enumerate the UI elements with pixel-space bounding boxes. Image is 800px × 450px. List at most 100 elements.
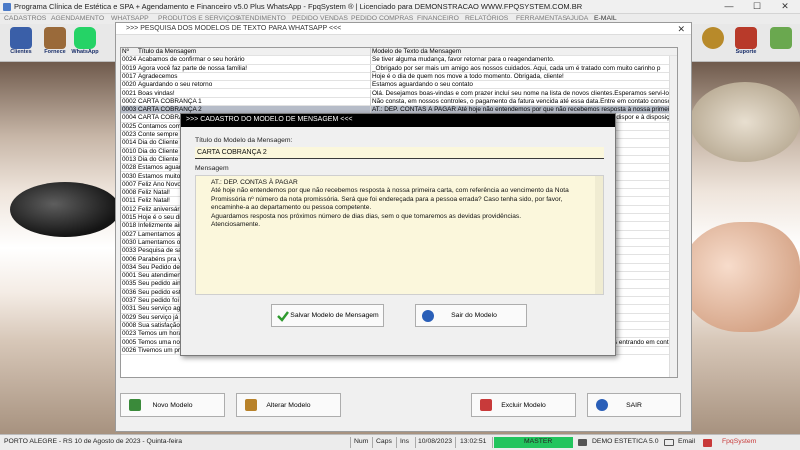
menu-ferramentas[interactable]: FERRAMENTAS bbox=[516, 15, 567, 22]
brand-label: FpqSystem bbox=[722, 438, 757, 445]
row-number: 0003 bbox=[122, 106, 137, 114]
menu-financeiro[interactable]: FINANCEIRO bbox=[417, 15, 459, 22]
message-scrollbar[interactable] bbox=[595, 176, 603, 294]
edit-template-button[interactable]: Alterar Modelo bbox=[236, 393, 341, 417]
whatsapp-icon bbox=[74, 27, 96, 49]
row-number: 0010 bbox=[122, 147, 137, 155]
row-number: 0004 bbox=[122, 114, 137, 122]
suppliers-button[interactable]: Fornece bbox=[38, 26, 72, 60]
row-number: 0037 bbox=[122, 297, 137, 304]
exit-search-button[interactable]: SAIR bbox=[587, 393, 681, 417]
email-icon bbox=[664, 439, 674, 446]
edit-pencil-icon bbox=[245, 399, 257, 411]
table-row[interactable]: 0017 Agradecemos Hoje é o dia de quem nos … bbox=[121, 72, 677, 82]
checkmark-icon bbox=[277, 311, 289, 322]
coins-icon bbox=[702, 27, 724, 49]
message-field-label: Mensagem bbox=[195, 165, 229, 172]
row-number: 0027 bbox=[122, 230, 137, 238]
support-button[interactable]: Suporte bbox=[729, 26, 763, 60]
row-text: Não consta, em nossos controles, o pagam… bbox=[372, 97, 675, 105]
close-window-button[interactable]: ✕ bbox=[771, 0, 799, 14]
row-number: 0011 bbox=[122, 197, 136, 205]
background-stones bbox=[10, 182, 120, 237]
company-name: DEMO ESTETICA 5.0 bbox=[592, 438, 659, 445]
delete-template-button[interactable]: Excluir Modelo bbox=[471, 393, 576, 417]
suppliers-icon bbox=[44, 27, 66, 49]
row-number: 0030 bbox=[122, 172, 137, 180]
minimize-button[interactable]: — bbox=[715, 0, 743, 14]
email-link[interactable]: Email bbox=[678, 438, 695, 445]
new-template-button[interactable]: Novo Modelo bbox=[120, 393, 225, 417]
menu-email[interactable]: E-MAIL bbox=[594, 15, 617, 22]
row-title: Acabamos de confirmar o seu horário bbox=[138, 56, 245, 64]
window-header: >>> PESQUISA DOS MODELOS DE TEXTO PARA W… bbox=[126, 25, 342, 32]
background-person bbox=[680, 222, 800, 332]
exit-app-button[interactable] bbox=[764, 26, 798, 60]
row-number: 0029 bbox=[122, 313, 137, 321]
row-number: 0023 bbox=[122, 131, 137, 138]
row-number: 0008 bbox=[122, 189, 137, 197]
row-number: 0015 bbox=[122, 214, 137, 221]
row-text: Estamos aguardando o seu contato bbox=[372, 81, 473, 89]
row-number: 0025 bbox=[122, 122, 137, 130]
whatsapp-button[interactable]: WhatsApp bbox=[68, 26, 102, 60]
table-row[interactable]: 0019 Agora você faz parte de nossa famíli… bbox=[121, 64, 677, 73]
financial-button[interactable] bbox=[696, 26, 730, 60]
menu-pedido-vendas[interactable]: PEDIDO VENDAS bbox=[292, 15, 348, 22]
template-edit-dialog: >>> CADASTRO DO MODELO DE MENSAGEM <<< T… bbox=[180, 113, 616, 356]
row-text: Se tiver alguma mudança, favor retornar … bbox=[372, 56, 555, 64]
window-title: Programa Clínica de Estética e SPA + Age… bbox=[14, 2, 583, 11]
table-row[interactable]: 0002 CARTA COBRANÇA 1 Não consta, em nosso… bbox=[121, 97, 677, 107]
table-row[interactable]: 0020 Aguardando o seu retorno Estamos agua… bbox=[121, 81, 677, 90]
date-display: 10/08/2023 bbox=[418, 438, 453, 445]
row-number: 0024 bbox=[122, 56, 137, 64]
menu-produtos-servicos[interactable]: PRODUTOS E SERVIÇOS bbox=[158, 15, 240, 22]
template-title-input[interactable] bbox=[195, 147, 604, 159]
row-text: _Obrigado por ser mais um amigo aos noss… bbox=[372, 64, 661, 72]
row-title: Aguardando o seu retorno bbox=[138, 81, 213, 89]
table-row[interactable]: 0021 Boas vindas! Olá. Desejamos boas-vind… bbox=[121, 89, 677, 98]
table-row[interactable]: 0024 Acabamos de confirmar o seu horário S… bbox=[121, 56, 677, 65]
row-number: 0017 bbox=[122, 72, 137, 80]
menu-ajuda[interactable]: AJUDA bbox=[566, 15, 588, 22]
row-number: 0006 bbox=[122, 255, 137, 263]
table-scrollbar[interactable] bbox=[669, 56, 677, 377]
row-number: 0021 bbox=[122, 89, 137, 97]
support-icon bbox=[735, 27, 757, 49]
num-lock-indicator: Num bbox=[354, 438, 369, 445]
computer-icon bbox=[578, 439, 587, 446]
close-search-window-button[interactable]: ✕ bbox=[677, 24, 685, 35]
row-number: 0033 bbox=[122, 247, 137, 255]
menu-atendimento[interactable]: ATENDIMENTO bbox=[237, 15, 286, 22]
row-number: 0030 bbox=[122, 238, 137, 246]
clients-button[interactable]: Clientes bbox=[4, 26, 38, 60]
exit-door-icon bbox=[770, 27, 792, 49]
menu-pedido-compras[interactable]: PEDIDO COMPRAS bbox=[351, 15, 413, 22]
row-title: Agora você faz parte de nossa família! bbox=[138, 64, 248, 72]
row-number: 0035 bbox=[122, 280, 137, 288]
row-number: 0023 bbox=[122, 330, 137, 338]
row-number: 0031 bbox=[122, 305, 137, 313]
menu-cadastros[interactable]: CADASTROS bbox=[4, 15, 46, 22]
row-text: Hoje é o dia de quem nos move a todo mom… bbox=[372, 72, 564, 80]
message-textarea[interactable]: AT.: DEP. CONTAS À PAGAR Até hoje não en… bbox=[195, 175, 604, 295]
row-text: Olá. Desejamos boas-vindas e com prazer … bbox=[372, 89, 675, 97]
row-number: 0013 bbox=[122, 155, 137, 163]
exit-dialog-button[interactable]: Sair do Modelo bbox=[415, 304, 527, 327]
row-number: 0020 bbox=[122, 81, 137, 89]
menu-whatsapp[interactable]: WHATSAPP bbox=[111, 15, 149, 22]
new-document-icon bbox=[129, 399, 141, 411]
row-number: 0018 bbox=[122, 222, 137, 230]
location-date: PORTO ALEGRE - RS 10 de Agosto de 2023 -… bbox=[4, 438, 183, 445]
clients-icon bbox=[10, 27, 32, 49]
time-display: 13:02:51 bbox=[460, 438, 487, 445]
maximize-button[interactable]: ☐ bbox=[743, 0, 771, 14]
save-template-button[interactable]: Salvar Modelo de Mensagem bbox=[271, 304, 384, 327]
menu-agendamento[interactable]: AGENDAMENTO bbox=[51, 15, 104, 22]
row-number: 0012 bbox=[122, 205, 137, 213]
menu-relatorios[interactable]: RELATÓRIOS bbox=[465, 15, 508, 22]
delete-icon bbox=[480, 399, 492, 411]
exit-arrow-icon bbox=[422, 310, 434, 322]
row-title: Boas vindas! bbox=[138, 89, 175, 97]
row-number: 0026 bbox=[122, 346, 137, 354]
